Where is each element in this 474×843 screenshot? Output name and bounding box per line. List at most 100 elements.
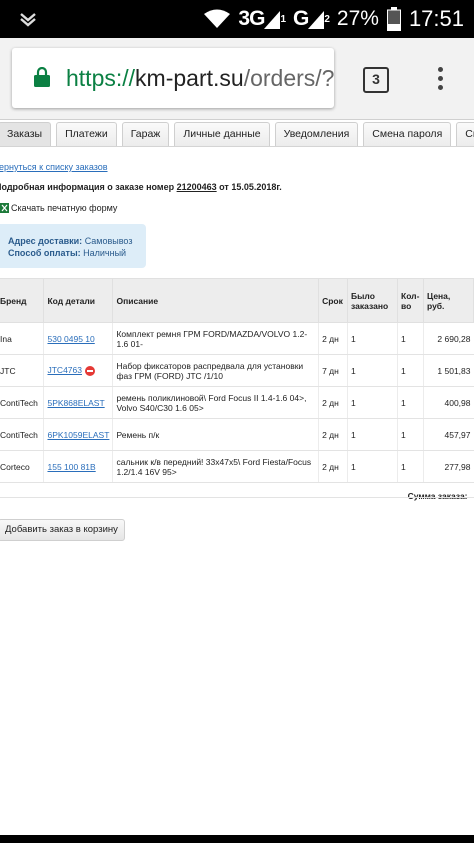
browser-toolbar: https://km-part.su/orders/? 3 — [0, 38, 474, 120]
battery-icon — [386, 7, 401, 31]
wifi-icon — [204, 9, 231, 28]
print-form-label: Скачать печатную форму — [11, 203, 118, 213]
cell-price: 400,98 — [423, 386, 474, 419]
cell-description: ремень поликлиновой\ Ford Focus II 1.4-1… — [112, 386, 319, 419]
part-code-link[interactable]: 530 0495 10 — [47, 334, 94, 344]
col-header-code: Код детали — [43, 278, 114, 323]
col-header-ordered: Было заказано — [347, 278, 399, 323]
cell-brand: ContiTech — [0, 386, 44, 419]
lock-icon — [34, 67, 50, 87]
tab-switcher-button[interactable]: 3 — [363, 67, 389, 93]
order-number: 21200463 — [176, 182, 217, 192]
order-info-prefix: Подробная информация о заказе номер — [0, 182, 177, 192]
tab-orders[interactable]: Заказы — [0, 122, 52, 146]
sim2-label: 2 — [324, 13, 329, 25]
table-row: ContiTech 6PK1059ELAST Ремень п/к 2 дн 1… — [0, 418, 474, 451]
table-row: JTC JTC4763 Набор фиксаторов распредвала… — [0, 354, 474, 387]
warning-icon — [84, 365, 95, 376]
table-header-row: Бренд Код детали Описание Срок Было зака… — [0, 278, 474, 323]
cell-ordered: 1 — [347, 450, 398, 483]
tab-change-office[interactable]: Смена офиса — [456, 122, 474, 146]
tab-personal-data[interactable]: Личные данные — [174, 122, 270, 146]
order-items-table: Бренд Код детали Описание Срок Было зака… — [0, 278, 474, 509]
table-row: Ina 530 0495 10 Комплект ремня ГРМ FORD/… — [0, 322, 474, 355]
battery-percent: 27% — [336, 7, 379, 30]
sim1-label: 1 — [280, 13, 285, 25]
cell-term: 2 дн — [318, 322, 348, 355]
print-form-link[interactable]: Скачать печатную форму — [0, 203, 117, 213]
order-sum-label: Сумма заказа: — [407, 490, 468, 501]
payment-line: Способ оплаты: Наличный — [8, 247, 138, 259]
account-tabs: Заказы Платежи Гараж Личные данные Уведо… — [0, 122, 474, 146]
signal-icon — [264, 11, 281, 29]
cell-brand: Corteco — [0, 450, 44, 483]
delivery-line: Адрес доставки: Самовывоз — [8, 235, 138, 247]
cell-ordered: 1 — [347, 418, 398, 451]
cell-term: 2 дн — [318, 450, 348, 483]
cell-brand: ContiTech — [0, 418, 44, 451]
part-code-link[interactable]: 5PK868ELAST — [47, 398, 104, 408]
sum-row: Сумма заказа: — [0, 483, 474, 509]
col-header-brand: Бренд — [0, 278, 45, 323]
overflow-menu-icon[interactable] — [433, 67, 447, 93]
signal-icon — [308, 11, 325, 29]
delivery-label: Адрес доставки: — [8, 236, 83, 246]
cell-brand: Ina — [0, 322, 44, 355]
cell-qty: 1 — [397, 354, 424, 387]
tab-garage[interactable]: Гараж — [121, 122, 170, 146]
cell-description: сальник к/в передний! 33x47x5\ Ford Fies… — [112, 450, 319, 483]
status-bar: 3G 1 G 2 27% 17:51 — [0, 0, 474, 38]
tab-payments[interactable]: Платежи — [56, 122, 117, 146]
url-host: km-part.su — [135, 65, 244, 91]
cell-qty: 1 — [397, 418, 424, 451]
order-info-suffix: от 15.05.2018г. — [216, 182, 282, 192]
network-indicator: 3G 1 — [238, 7, 285, 31]
part-code-link[interactable]: 6PK1059ELAST — [47, 430, 109, 440]
cell-qty: 1 — [397, 450, 424, 483]
url-path: /orders/? — [243, 65, 334, 91]
cell-qty: 1 — [397, 386, 424, 419]
cell-price: 457,97 — [423, 418, 474, 451]
cell-price: 2 690,28 — [423, 322, 474, 355]
cell-price: 1 501,83 — [423, 354, 474, 387]
part-code-link[interactable]: JTC4763 — [47, 365, 82, 375]
cell-description: Комплект ремня ГРМ FORD/MAZDA/VOLVO 1.2-… — [112, 322, 319, 355]
order-info-heading: Подробная информация о заказе номер 2120… — [0, 182, 282, 192]
cell-ordered: 1 — [347, 322, 398, 355]
payment-value: Наличный — [83, 248, 127, 258]
cell-description: Ремень п/к — [112, 418, 319, 451]
cell-qty: 1 — [397, 322, 424, 355]
excel-file-icon — [0, 203, 9, 213]
cell-description: Набор фиксаторов распредвала для установ… — [112, 354, 319, 387]
back-to-orders-link[interactable]: Вернуться к списку заказов — [0, 162, 108, 172]
cell-term: 2 дн — [318, 418, 348, 451]
cell-term: 2 дн — [318, 386, 348, 419]
network-type: 3G — [238, 7, 265, 30]
col-header-qty: Кол-во — [397, 278, 424, 323]
cell-brand: JTC — [0, 354, 44, 387]
cell-ordered: 1 — [347, 386, 398, 419]
tabs-divider — [0, 146, 474, 147]
chevron-down-icon — [20, 13, 36, 27]
delivery-info-box: Адрес доставки: Самовывоз Способ оплаты:… — [0, 224, 146, 268]
col-header-term: Срок — [318, 278, 349, 323]
carrier-indicator: G 2 — [293, 7, 330, 31]
part-code-link[interactable]: 155 100 81B — [47, 462, 95, 472]
payment-label: Способ оплаты: — [8, 248, 81, 258]
page-content: Заказы Платежи Гараж Личные данные Уведо… — [0, 120, 474, 835]
url-scheme: https:// — [66, 65, 136, 91]
tab-notifications[interactable]: Уведомления — [274, 122, 359, 146]
carrier-type: G — [293, 7, 309, 30]
delivery-value: Самовывоз — [84, 236, 133, 246]
tab-change-password[interactable]: Смена пароля — [363, 122, 452, 146]
address-bar[interactable]: https://km-part.su/orders/? — [12, 48, 334, 108]
sum-divider — [0, 497, 474, 498]
cell-ordered: 1 — [347, 354, 398, 387]
add-to-cart-button[interactable]: Добавить заказ в корзину — [0, 519, 125, 541]
clock: 17:51 — [408, 6, 464, 31]
url-text[interactable]: https://km-part.su/orders/? — [66, 65, 334, 92]
table-row: Corteco 155 100 81B сальник к/в передний… — [0, 450, 474, 483]
col-header-description: Описание — [112, 278, 320, 323]
cell-price: 277,98 — [423, 450, 474, 483]
table-row: ContiTech 5PK868ELAST ремень поликлиново… — [0, 386, 474, 419]
